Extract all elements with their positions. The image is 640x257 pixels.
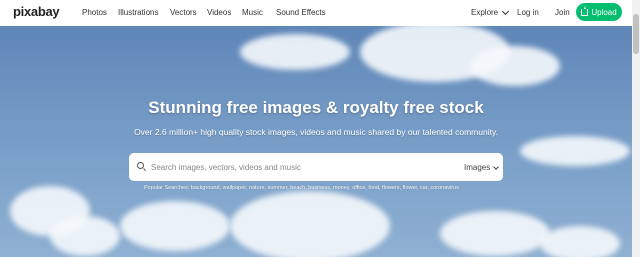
cloud-image xyxy=(120,201,230,251)
popular-tag[interactable]: office xyxy=(352,185,365,191)
nav-link-music[interactable]: Music xyxy=(242,8,263,17)
explore-label: Explore xyxy=(471,8,499,17)
popular-tag[interactable]: food xyxy=(368,185,379,191)
cloud-image xyxy=(540,226,620,257)
popular-tag[interactable]: summer xyxy=(268,185,288,191)
chevron-down-icon xyxy=(502,7,510,15)
search-icon[interactable] xyxy=(137,162,144,169)
hero-headline: Stunning free images & royalty free stoc… xyxy=(148,98,484,117)
login-link[interactable]: Log in xyxy=(517,8,539,17)
cloud-image xyxy=(240,34,350,70)
popular-tag[interactable]: business xyxy=(308,185,330,191)
scrollbar[interactable] xyxy=(632,0,640,257)
upload-button[interactable]: Upload xyxy=(576,3,622,21)
popular-tag[interactable]: coronavirus xyxy=(430,185,458,191)
popular-tag[interactable]: money xyxy=(333,185,349,191)
chevron-down-icon xyxy=(493,163,500,170)
cloud-image xyxy=(470,46,560,86)
cloud-image xyxy=(440,211,550,256)
nav-link-videos[interactable]: Videos xyxy=(207,8,231,17)
join-link[interactable]: Join xyxy=(555,8,570,17)
popular-tag[interactable]: flower xyxy=(403,185,417,191)
hero-banner: Stunning free images & royalty free stoc… xyxy=(0,26,632,257)
search-input[interactable] xyxy=(151,159,451,175)
search-type-label: Images xyxy=(464,163,491,172)
popular-tag[interactable]: beach xyxy=(290,185,305,191)
pixabay-logo[interactable]: pixabay xyxy=(13,4,60,19)
nav-link-photos[interactable]: Photos xyxy=(82,8,107,17)
nav-link-illustrations[interactable]: Illustrations xyxy=(118,8,158,17)
search-bar xyxy=(129,153,503,181)
hero-subline: Over 2.6 million+ high quality stock ima… xyxy=(134,127,498,137)
popular-tag[interactable]: flowers xyxy=(382,185,399,191)
nav-link-sound-effects[interactable]: Sound Effects xyxy=(276,8,326,17)
top-navbar: pixabay Photos Illustrations Vectors Vid… xyxy=(0,0,632,26)
nav-link-vectors[interactable]: Vectors xyxy=(170,8,197,17)
upload-icon xyxy=(581,5,589,16)
popular-tag[interactable]: wallpaper xyxy=(223,185,246,191)
popular-tag[interactable]: car xyxy=(420,185,427,191)
popular-tag[interactable]: nature xyxy=(249,185,265,191)
cloud-image xyxy=(50,216,120,256)
upload-label: Upload xyxy=(591,7,617,17)
explore-menu[interactable]: Explore xyxy=(471,7,510,17)
popular-searches: Popular Searches: background, wallpaper,… xyxy=(144,185,459,191)
scrollbar-thumb[interactable] xyxy=(633,14,639,54)
popular-tag[interactable]: background xyxy=(191,185,220,191)
search-type-select[interactable]: Images xyxy=(464,163,500,172)
cloud-image xyxy=(520,136,630,166)
cloud-image xyxy=(230,191,390,257)
popular-searches-label: Popular Searches: xyxy=(144,185,190,191)
